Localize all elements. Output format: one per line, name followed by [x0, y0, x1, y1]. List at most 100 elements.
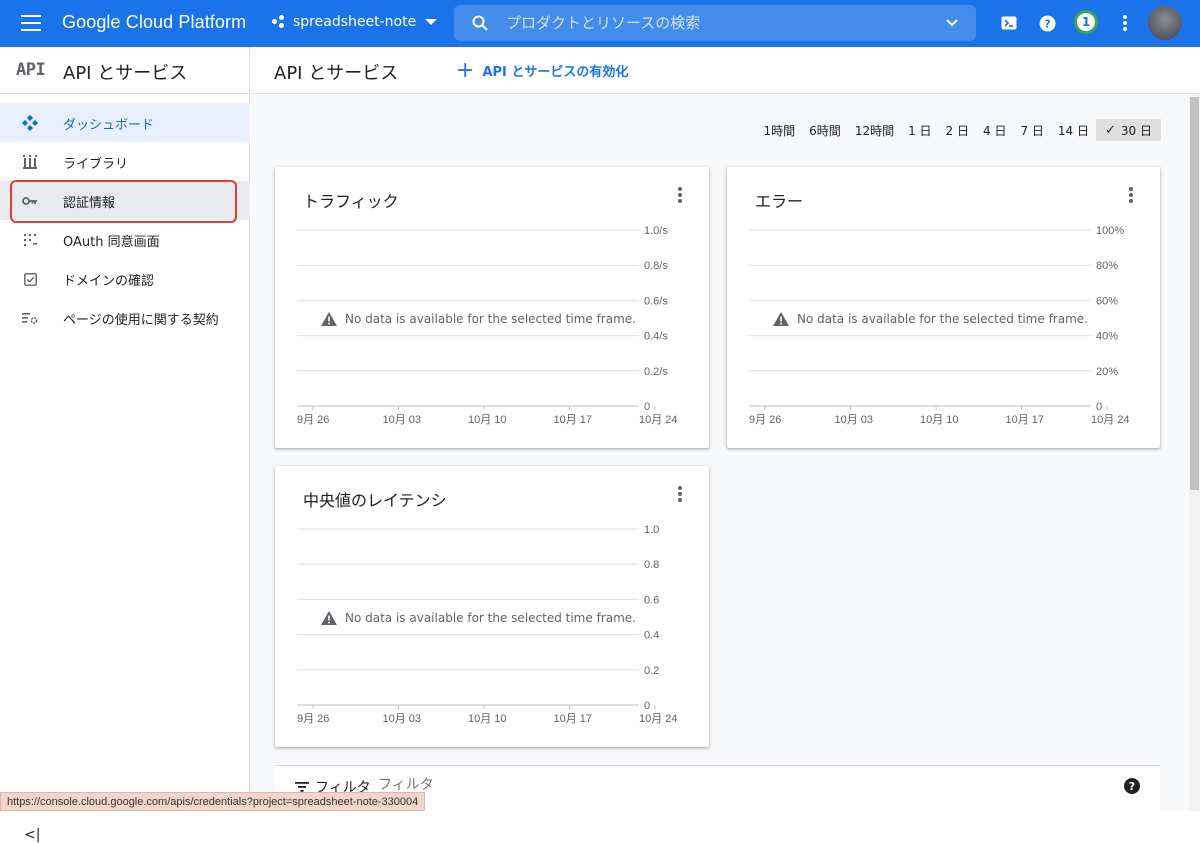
tab-12-hours[interactable]: 12時間: [848, 119, 901, 141]
checkbox-icon: [22, 271, 38, 287]
chevron-down-icon[interactable]: [946, 17, 958, 29]
enable-apis-label: API とサービスの有効化: [482, 65, 629, 80]
y-tick-label: 0.4: [644, 630, 659, 642]
tab-14-days[interactable]: 14 日: [1051, 119, 1096, 141]
filter-input[interactable]: [378, 777, 578, 793]
x-tick-label: 9月 26: [749, 414, 781, 426]
x-tick-label: 10月 24: [639, 713, 678, 725]
y-tick-label: 0.6/s: [644, 295, 668, 307]
sidebar-item-oauth-consent[interactable]: OAuth 同意画面: [0, 220, 250, 259]
y-tick-label: 80%: [1096, 260, 1118, 272]
library-icon: [22, 154, 38, 170]
y-tick-label: 1.0: [644, 524, 659, 536]
api-logo: API: [16, 60, 46, 80]
no-data-text: No data is available for the selected ti…: [345, 611, 636, 625]
latency-chart: 1.0 0.8 0.6 0.4 0.2 0 9月 26 10月 03 10月 10 10月 17 1…: [297, 524, 678, 725]
no-data-message: No data is available for the selected ti…: [321, 611, 636, 625]
x-tick-label: 9月 26: [297, 713, 329, 725]
x-tick-label: 10月 24: [1091, 414, 1130, 426]
notification-badge[interactable]: 1: [1074, 10, 1098, 34]
sidebar-item-label: ダッシュボード: [63, 118, 155, 133]
y-tick-label: 20%: [1096, 366, 1118, 378]
sidebar-header: API API とサービス: [0, 47, 249, 94]
help-icon[interactable]: ?: [1036, 12, 1058, 34]
x-tick-label: 10月 17: [554, 414, 593, 426]
project-name: spreadsheet-note: [293, 14, 417, 30]
y-tick-label: 0: [644, 700, 650, 712]
tab-4-days[interactable]: 4 日: [976, 119, 1013, 141]
y-tick-label: 0.4/s: [644, 331, 668, 343]
project-dots-icon: [272, 15, 286, 29]
x-tick-label: 10月 10: [468, 414, 507, 426]
no-data-text: No data is available for the selected ti…: [797, 312, 1088, 326]
tab-2-days[interactable]: 2 日: [939, 119, 976, 141]
search-bar[interactable]: [454, 5, 976, 41]
sidebar-item-label: ページの使用に関する契約: [63, 313, 219, 328]
oauth-consent-icon: [22, 232, 38, 248]
sidebar-item-label: OAuth 同意画面: [63, 235, 160, 250]
latency-chart-card: 中央値のレイテンシ 1.0 0.8 0.6 0.4 0.2 0 9月 26 10月 03 10月…: [275, 466, 709, 747]
y-tick-label: 0.8/s: [644, 260, 668, 272]
warning-icon: [773, 312, 789, 326]
caret-down-icon: [425, 19, 438, 25]
sidebar-item-credentials[interactable]: 認証情報: [0, 181, 250, 220]
enable-apis-button[interactable]: + API とサービスの有効化: [456, 59, 629, 81]
cloud-shell-icon[interactable]: [998, 12, 1020, 34]
sidebar-nav: ダッシュボード ライブラリ 認証情報 OAuth 同意画面 ドメインの確認 ペー…: [0, 103, 250, 337]
x-tick-label: 10月 17: [554, 713, 593, 725]
y-tick-label: 0.2: [644, 665, 659, 677]
brand-title[interactable]: Google Cloud Platform: [62, 12, 246, 33]
more-vert-icon[interactable]: [1114, 12, 1136, 34]
y-tick-label: 0: [644, 401, 650, 413]
dashboard-icon: [22, 115, 38, 131]
x-tick-label: 10月 03: [835, 414, 874, 426]
filter-icon: [295, 782, 309, 792]
x-tick-label: 10月 10: [468, 713, 507, 725]
hamburger-menu-icon[interactable]: [21, 15, 41, 31]
check-icon: ✓: [1105, 122, 1116, 138]
sidebar-item-domain-verification[interactable]: ドメインの確認: [0, 259, 250, 298]
sidebar: API API とサービス ダッシュボード ライブラリ 認証情報 OAuth 同…: [0, 47, 250, 843]
x-tick-label: 10月 10: [920, 414, 959, 426]
tab-1-day[interactable]: 1 日: [901, 119, 938, 141]
sidebar-item-dashboard[interactable]: ダッシュボード: [0, 103, 250, 142]
y-tick-label: 0.6: [644, 594, 659, 606]
y-tick-label: 0: [1096, 401, 1102, 413]
search-input[interactable]: [506, 11, 926, 35]
y-tick-label: 1.0/s: [644, 225, 668, 237]
scrollbar-thumb[interactable]: [1190, 97, 1199, 490]
sidebar-item-page-usage-agreements[interactable]: ページの使用に関する契約: [0, 298, 250, 337]
tab-7-days[interactable]: 7 日: [1013, 119, 1050, 141]
page-header: API とサービス + API とサービスの有効化: [251, 47, 1200, 94]
dashboard-content: 1時間 6時間 12時間 1 日 2 日 4 日 7 日 14 日 ✓ 30 日…: [251, 95, 1189, 811]
no-data-message: No data is available for the selected ti…: [773, 312, 1088, 326]
y-tick-label: 60%: [1096, 295, 1118, 307]
tab-1-hour[interactable]: 1時間: [757, 119, 803, 141]
key-icon: [22, 193, 38, 209]
avatar[interactable]: [1148, 6, 1182, 40]
scrollbar[interactable]: [1189, 95, 1200, 811]
project-selector[interactable]: spreadsheet-note: [272, 14, 438, 30]
no-data-message: No data is available for the selected ti…: [321, 312, 636, 326]
traffic-chart-card: トラフィック 1.0/s 0.8/s 0.6/s 0.4/s 0.2/s 0 9月 26 10…: [275, 167, 709, 448]
y-tick-label: 40%: [1096, 331, 1118, 343]
search-icon: [472, 15, 488, 31]
sidebar-item-label: 認証情報: [63, 196, 116, 211]
warning-icon: [321, 611, 337, 625]
help-icon[interactable]: ?: [1124, 778, 1140, 794]
tab-30-days[interactable]: ✓ 30 日: [1096, 119, 1161, 141]
settings-list-icon: [22, 310, 38, 326]
sidebar-item-library[interactable]: ライブラリ: [0, 142, 250, 181]
status-bar-url: https://console.cloud.google.com/apis/cr…: [0, 792, 426, 811]
x-tick-label: 10月 03: [383, 713, 422, 725]
sidebar-title: API とサービス: [63, 63, 188, 84]
collapse-sidebar-button[interactable]: <|: [24, 827, 40, 843]
sidebar-item-label: ドメインの確認: [63, 274, 155, 289]
tab-30-days-label: 30 日: [1120, 123, 1152, 138]
x-tick-label: 9月 26: [297, 414, 329, 426]
tab-6-hours[interactable]: 6時間: [802, 119, 848, 141]
y-tick-label: 0.2/s: [644, 366, 668, 378]
traffic-chart: 1.0/s 0.8/s 0.6/s 0.4/s 0.2/s 0 9月 26 10月 03 10月…: [297, 225, 678, 426]
y-tick-label: 0.8: [644, 559, 659, 571]
x-tick-label: 10月 03: [383, 414, 422, 426]
